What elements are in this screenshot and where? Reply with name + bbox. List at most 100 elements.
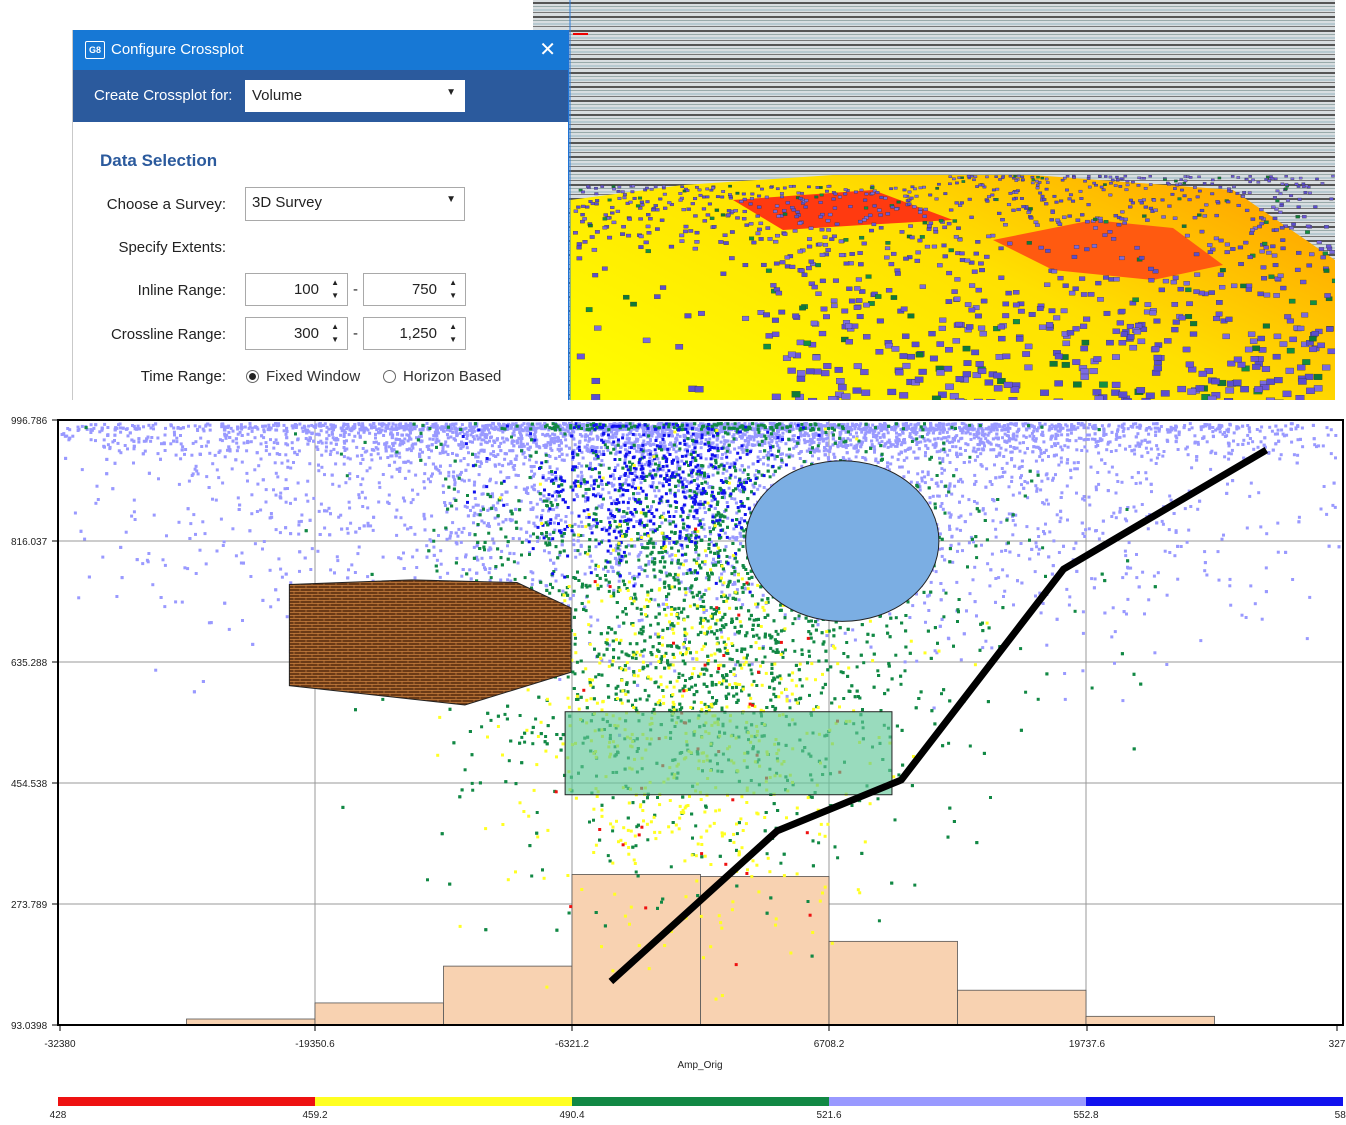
voxel-point [871,222,877,227]
voxel-point [1177,286,1184,292]
scatter-point [317,463,320,467]
create-for-select[interactable]: Volume ▼ [245,80,465,112]
scatter-point [994,527,998,531]
scatter-point [490,444,494,448]
spin-up-icon[interactable]: ▲ [449,322,457,331]
survey-select[interactable]: 3D Survey ▼ [245,187,465,221]
scatter-point [816,623,820,627]
voxel-point [817,242,823,247]
spin-up-icon[interactable]: ▲ [449,278,457,287]
voxel-point [971,349,980,356]
voxel-point [1308,191,1312,195]
scatter-point [219,517,223,521]
scatter-point [694,550,698,554]
voxel-point [576,353,585,360]
spin-up-icon[interactable]: ▲ [331,322,339,331]
voxel-point [607,235,613,240]
voxel-point [985,199,990,203]
voxel-point [1026,241,1032,245]
radio-fixed-window[interactable]: Fixed Window [246,368,360,385]
scatter-point [624,478,628,482]
scatter-point [455,556,459,560]
voxel-point [681,208,686,212]
spin-down-icon[interactable]: ▼ [331,291,339,300]
scatter-point [1209,467,1213,471]
voxel-point [876,318,884,324]
voxel-point [864,192,869,196]
scatter-point [669,491,672,495]
crossplot-chart[interactable]: 996.786816.037635.288454.538273.78993.03… [0,405,1346,1125]
histogram-bar [443,965,573,1026]
spin-down-icon[interactable]: ▼ [449,291,457,300]
voxel-point [909,235,915,240]
voxel-point [645,200,650,204]
voxel-point [685,189,690,192]
spin-down-icon[interactable]: ▼ [331,335,339,344]
scatter-point [214,498,218,502]
voxel-point [1112,354,1120,360]
scatter-point [1190,466,1194,470]
dialog-titlebar[interactable]: G8 Configure Crossplot ✕ [73,30,568,70]
voxel-point [1075,218,1081,222]
spin-up-icon[interactable]: ▲ [331,278,339,287]
seismic-3d-view[interactable] [533,0,1335,400]
scatter-point [488,567,492,571]
scatter-point [441,484,445,488]
scatter-point [1097,537,1101,541]
scatter-point [250,493,254,497]
voxel-point [1153,354,1162,361]
voxel-point [1014,179,1019,182]
scatter-point [186,507,190,511]
radio-horizon-based[interactable]: Horizon Based [383,368,501,385]
voxel-point [902,362,911,369]
app-icon: G8 [85,41,105,59]
scatter-point [951,445,955,449]
scatter-point [1123,549,1127,553]
scatter-point [362,524,366,528]
scatter-point [685,489,689,493]
scatter-point [174,453,178,457]
scatter-point [278,495,282,499]
voxel-point [998,275,1005,280]
inline-from-stepper[interactable]: 100 ▲ ▼ [245,273,348,306]
scatter-point [462,526,466,530]
scatter-point [307,424,311,428]
voxel-point [773,261,780,266]
voxel-point [936,341,945,347]
scatter-point [994,577,998,580]
voxel-point [1085,219,1090,224]
scatter-point [446,571,450,575]
scatter-point [1155,422,1159,426]
voxel-point [1013,174,1017,178]
voxel-point [1008,174,1013,178]
voxel-point [1305,224,1311,228]
scatter-point [724,545,728,549]
scatter-point [423,462,427,466]
scatter-point [323,473,326,477]
close-icon[interactable]: ✕ [539,37,556,62]
scatter-point [489,556,493,560]
crossline-to-stepper[interactable]: 1,250 ▲ ▼ [363,317,466,350]
voxel-point [1120,331,1128,337]
scatter-point [1018,441,1022,445]
inline-label: Inline Range: [137,282,226,299]
scatter-point [101,555,105,559]
scatter-point [506,578,510,582]
voxel-point [885,241,891,245]
voxel-point [1098,174,1102,178]
voxel-point [1243,240,1249,245]
voxel-point [782,186,787,190]
voxel-point [884,255,890,260]
scatter-point [554,579,558,583]
voxel-point [1138,255,1145,260]
crossline-from-stepper[interactable]: 300 ▲ ▼ [245,317,348,350]
voxel-point [1080,373,1089,380]
voxel-point [1297,325,1305,331]
scatter-point [353,571,357,574]
spin-down-icon[interactable]: ▼ [449,335,457,344]
scatter-point [1107,470,1111,474]
scatter-point [387,463,391,467]
scatter-point [328,533,332,537]
inline-to-stepper[interactable]: 750 ▲ ▼ [363,273,466,306]
voxel-point [894,271,901,276]
